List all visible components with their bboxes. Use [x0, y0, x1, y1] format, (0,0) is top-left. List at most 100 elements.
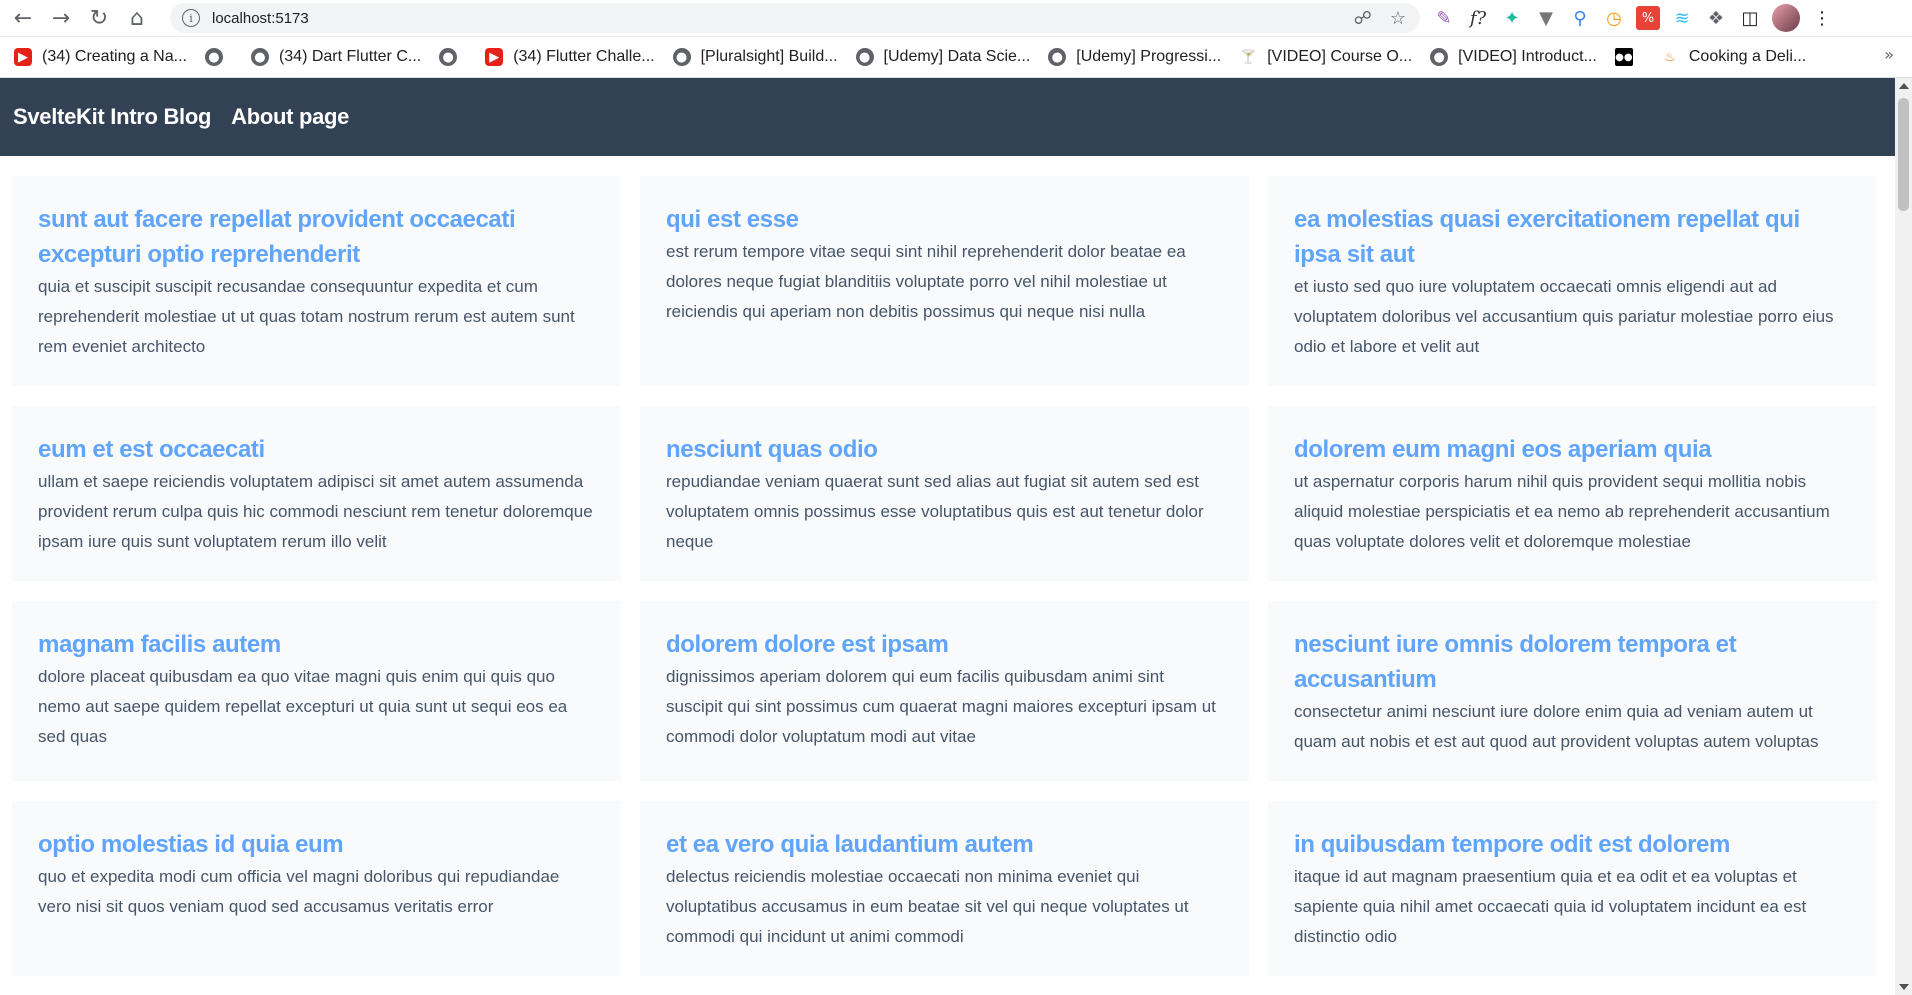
youtube-icon: ▶ [485, 48, 504, 66]
cooking-icon: ♨ [1664, 49, 1676, 65]
post-card: in quibusdam tempore odit est dolorem it… [1268, 801, 1877, 976]
reload-icon[interactable]: ↻ [84, 3, 114, 33]
address-url[interactable]: localhost:5173 [212, 10, 309, 27]
bookmark-star-icon[interactable]: ☆ [1390, 8, 1406, 29]
post-card: qui est esse est rerum tempore vitae seq… [640, 176, 1249, 386]
post-card: eum et est occaecati ullam et saepe reic… [12, 406, 621, 581]
extensions-strip: ✎ f? ✦ ▼ ⚲ ◷ % ≋ ❖ ◫ ⋮ [1432, 3, 1834, 33]
post-card: nesciunt iure omnis dolorem tempora et a… [1268, 601, 1877, 781]
post-card: ea molestias quasi exercitationem repell… [1268, 176, 1877, 386]
post-card: sunt aut facere repellat provident occae… [12, 176, 621, 386]
medium-icon: ●● [1614, 48, 1633, 66]
bookmark-label: [VIDEO] Introduct... [1458, 48, 1597, 65]
page-content: SvelteKit Intro Blog About page sunt aut… [0, 78, 1895, 995]
post-title-link[interactable]: sunt aut facere repellat provident occae… [38, 202, 595, 272]
bird-extension-icon[interactable]: ✦ [1500, 6, 1524, 30]
globe-icon: ● [1048, 48, 1067, 66]
post-title-link[interactable]: magnam facilis autem [38, 627, 595, 662]
bookmark-label: [Udemy] Progressi... [1076, 48, 1222, 65]
bookmark-item[interactable]: ●● [1611, 42, 1647, 72]
post-title-link[interactable]: qui est esse [666, 202, 1223, 237]
profile-avatar[interactable] [1772, 4, 1800, 32]
globe-icon: ● [672, 48, 691, 66]
post-title-link[interactable]: nesciunt quas odio [666, 432, 1223, 467]
post-title-link[interactable]: ea molestias quasi exercitationem repell… [1294, 202, 1851, 272]
post-title-link[interactable]: dolorem eum magni eos aperiam quia [1294, 432, 1851, 467]
side-panel-icon[interactable]: ◫ [1738, 6, 1762, 30]
page-scrollbar[interactable] [1895, 78, 1912, 995]
bookmark-item[interactable]: ▶ (34) Creating a Na... [10, 42, 191, 72]
forward-arrow-icon[interactable]: → [46, 3, 76, 33]
youtube-icon: ▶ [14, 48, 32, 66]
post-body: quia et suscipit suscipit recusandae con… [38, 277, 575, 356]
globe-icon: ● [439, 48, 458, 66]
post-card: nesciunt quas odio repudiandae veniam qu… [640, 406, 1249, 581]
pen-extension-icon[interactable]: ✎ [1432, 6, 1456, 30]
magnifier-extension-icon[interactable]: ⚲ [1568, 6, 1592, 30]
bookmark-item[interactable]: ● [Udemy] Progressi... [1044, 42, 1225, 72]
vue-extension-icon[interactable]: ▼ [1534, 6, 1558, 30]
post-title-link[interactable]: dolorem dolore est ipsam [666, 627, 1223, 662]
clock-extension-icon[interactable]: ◷ [1602, 6, 1626, 30]
bookmark-item[interactable]: ● [Pluralsight] Build... [669, 42, 842, 72]
globe-icon: ● [1430, 48, 1449, 66]
post-title-link[interactable]: et ea vero quia laudantium autem [666, 827, 1223, 862]
address-bar[interactable]: i localhost:5173 ☍ ☆ [170, 3, 1420, 33]
globe-icon: ● [855, 48, 874, 66]
post-body: est rerum tempore vitae sequi sint nihil… [666, 242, 1186, 321]
function-extension-icon[interactable]: f? [1466, 6, 1490, 30]
bookmark-label: [Pluralsight] Build... [700, 48, 838, 65]
post-card: magnam facilis autem dolore placeat quib… [12, 601, 621, 781]
bookmark-item[interactable]: ● [Udemy] Data Scie... [852, 42, 1035, 72]
bookmark-label: (34) Dart Flutter C... [278, 48, 422, 65]
post-body: ullam et saepe reiciendis voluptatem adi… [38, 472, 593, 551]
post-body: dolore placeat quibusdam ea quo vitae ma… [38, 667, 568, 746]
browser-toolbar: ← → ↻ ⌂ i localhost:5173 ☍ ☆ ✎ f? ✦ ▼ ⚲ … [0, 0, 1912, 37]
posts-grid: sunt aut facere repellat provident occae… [12, 176, 1877, 976]
site-info-icon[interactable]: i [182, 9, 200, 27]
post-body: delectus reiciendis molestiae occaecati … [666, 867, 1189, 946]
post-body: ut aspernatur corporis harum nihil quis … [1294, 472, 1830, 551]
wind-extension-icon[interactable]: ≋ [1670, 6, 1694, 30]
scrollbar-thumb[interactable] [1898, 98, 1909, 211]
home-icon[interactable]: ⌂ [122, 3, 152, 33]
post-title-link[interactable]: eum et est occaecati [38, 432, 595, 467]
nav-about-link[interactable]: About page [231, 104, 349, 130]
bookmark-item[interactable]: ♨ Cooking a Deli... [1657, 42, 1810, 72]
post-card: optio molestias id quia eum quo et exped… [12, 801, 621, 976]
share-icon[interactable]: ☍ [1354, 8, 1372, 29]
bookmark-item[interactable]: ● [435, 42, 471, 72]
post-body: itaque id aut magnam praesentium quia et… [1294, 867, 1807, 946]
post-title-link[interactable]: in quibusdam tempore odit est dolorem [1294, 827, 1851, 862]
nav-home-link[interactable]: SvelteKit Intro Blog [13, 104, 211, 130]
bookmark-label: (34) Creating a Na... [42, 48, 187, 65]
post-body: dignissimos aperiam dolorem qui eum faci… [666, 667, 1216, 746]
scroll-down-arrow-icon[interactable] [1899, 984, 1909, 990]
bookmark-item[interactable]: ▶ (34) Flutter Challe... [481, 42, 658, 72]
page-icon: 🍸 [1240, 49, 1257, 65]
bookmark-label: [Udemy] Data Scie... [883, 48, 1031, 65]
post-title-link[interactable]: nesciunt iure omnis dolorem tempora et a… [1294, 627, 1851, 697]
bookmark-item[interactable]: ● [201, 42, 237, 72]
post-body: consectetur animi nesciunt iure dolore e… [1294, 702, 1819, 751]
post-body: repudiandae veniam quaerat sunt sed alia… [666, 472, 1204, 551]
bookmark-label: [VIDEO] Course O... [1267, 48, 1413, 65]
post-body: quo et expedita modi cum officia vel mag… [38, 867, 560, 916]
bookmark-label: Cooking a Deli... [1688, 48, 1807, 65]
globe-icon: ● [204, 48, 223, 66]
bookmark-item[interactable]: ● [VIDEO] Introduct... [1426, 42, 1601, 72]
site-navbar: SvelteKit Intro Blog About page [0, 78, 1895, 156]
back-arrow-icon[interactable]: ← [8, 3, 38, 33]
post-card: dolorem eum magni eos aperiam quia ut as… [1268, 406, 1877, 581]
bookmark-item[interactable]: 🍸 [VIDEO] Course O... [1235, 42, 1416, 72]
post-card: et ea vero quia laudantium autem delectu… [640, 801, 1249, 976]
post-title-link[interactable]: optio molestias id quia eum [38, 827, 595, 862]
menu-dots-icon[interactable]: ⋮ [1810, 6, 1834, 30]
bookmark-item[interactable]: ● (34) Dart Flutter C... [247, 42, 425, 72]
puzzle-extensions-icon[interactable]: ❖ [1704, 6, 1728, 30]
globe-icon: ● [250, 48, 269, 66]
percent-extension-icon[interactable]: % [1636, 6, 1660, 30]
scroll-up-arrow-icon[interactable] [1899, 83, 1909, 89]
bookmarks-bar: ▶ (34) Creating a Na... ● ● (34) Dart Fl… [0, 37, 1912, 78]
more-bookmarks-icon[interactable]: » [1884, 45, 1894, 64]
